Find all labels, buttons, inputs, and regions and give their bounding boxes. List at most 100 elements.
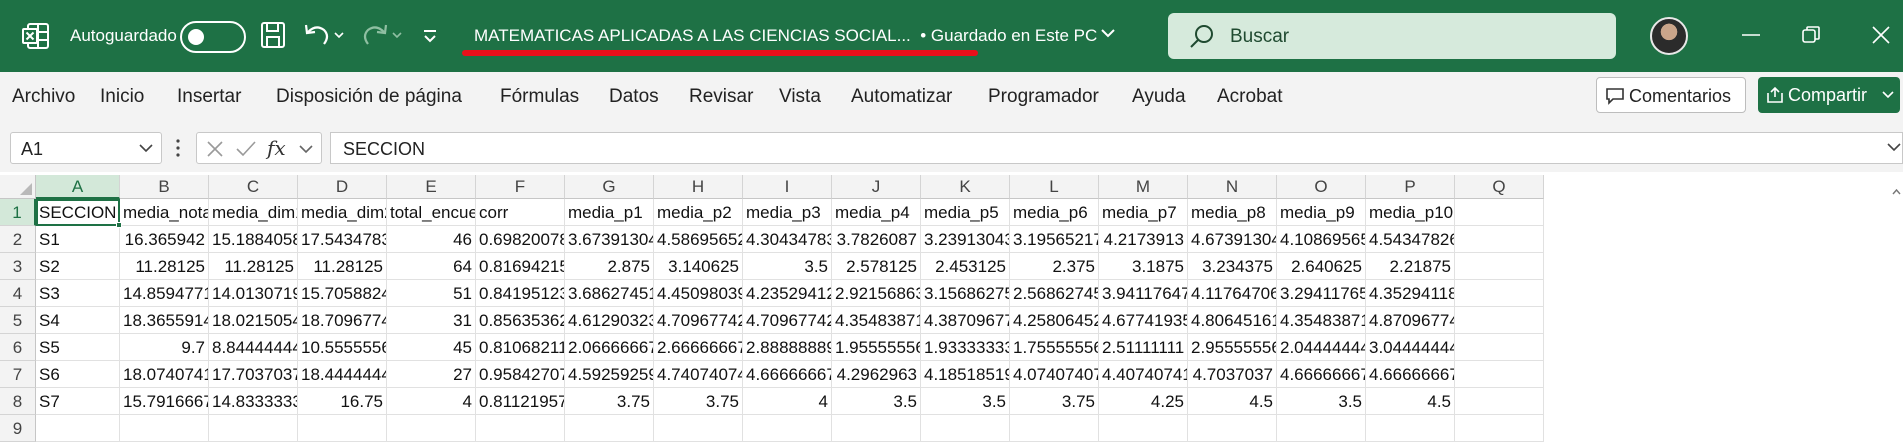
avatar[interactable] (1650, 17, 1688, 55)
cell-P3[interactable]: 2.21875 (1366, 253, 1455, 280)
cell-F8[interactable]: 0.81121957 (476, 388, 565, 415)
cell-H9[interactable] (654, 415, 743, 442)
cell-B9[interactable] (120, 415, 209, 442)
cell-C1[interactable]: media_dim1 (209, 199, 298, 226)
cell-H4[interactable]: 4.45098039 (654, 280, 743, 307)
column-header-b[interactable]: B (120, 175, 209, 199)
tab-ayuda[interactable]: Ayuda (1132, 86, 1186, 108)
cell-A6[interactable]: S5 (36, 334, 120, 361)
cell-M9[interactable] (1099, 415, 1188, 442)
cell-D7[interactable]: 18.4444444 (298, 361, 387, 388)
column-header-i[interactable]: I (743, 175, 832, 199)
cell-G5[interactable]: 4.61290323 (565, 307, 654, 334)
cell-D4[interactable]: 15.7058824 (298, 280, 387, 307)
cell-C8[interactable]: 14.8333333 (209, 388, 298, 415)
cell-I8[interactable]: 4 (743, 388, 832, 415)
cell-Q6[interactable] (1455, 334, 1544, 361)
cell-F6[interactable]: 0.81068211 (476, 334, 565, 361)
search-box[interactable]: Buscar (1168, 13, 1616, 59)
cell-K9[interactable] (921, 415, 1010, 442)
chevron-down-icon[interactable] (299, 145, 313, 155)
redo-icon[interactable] (360, 20, 402, 50)
cell-H8[interactable]: 3.75 (654, 388, 743, 415)
row-header-1[interactable]: 1 (0, 199, 36, 226)
cell-H7[interactable]: 4.74074074 (654, 361, 743, 388)
tab-revisar[interactable]: Revisar (689, 86, 753, 108)
cell-N1[interactable]: media_p8 (1188, 199, 1277, 226)
cell-M2[interactable]: 4.2173913 (1099, 226, 1188, 253)
cell-C9[interactable] (209, 415, 298, 442)
cell-Q1[interactable] (1455, 199, 1544, 226)
save-icon[interactable] (260, 20, 286, 50)
cell-Q8[interactable] (1455, 388, 1544, 415)
column-header-n[interactable]: N (1188, 175, 1277, 199)
cell-N2[interactable]: 4.67391304 (1188, 226, 1277, 253)
cell-J4[interactable]: 2.92156863 (832, 280, 921, 307)
cell-O2[interactable]: 4.10869565 (1277, 226, 1366, 253)
customize-toolbar-icon[interactable] (422, 20, 438, 50)
cell-J6[interactable]: 1.95555556 (832, 334, 921, 361)
row-header-9[interactable]: 9 (0, 415, 36, 442)
cell-L6[interactable]: 1.75555556 (1010, 334, 1099, 361)
cell-N7[interactable]: 4.7037037 (1188, 361, 1277, 388)
cell-C6[interactable]: 8.84444444 (209, 334, 298, 361)
cell-H5[interactable]: 4.70967742 (654, 307, 743, 334)
cell-K7[interactable]: 4.18518519 (921, 361, 1010, 388)
cell-G9[interactable] (565, 415, 654, 442)
cell-L2[interactable]: 3.19565217 (1010, 226, 1099, 253)
minimize-icon[interactable] (1740, 24, 1762, 46)
undo-icon[interactable] (302, 20, 344, 50)
cell-O6[interactable]: 2.04444444 (1277, 334, 1366, 361)
tab-archivo[interactable]: Archivo (12, 86, 75, 108)
cell-H1[interactable]: media_p2 (654, 199, 743, 226)
cell-B1[interactable]: media_nota (120, 199, 209, 226)
cell-L7[interactable]: 4.07407407 (1010, 361, 1099, 388)
cell-E8[interactable]: 4 (387, 388, 476, 415)
cell-E7[interactable]: 27 (387, 361, 476, 388)
formula-input[interactable]: SECCION (330, 132, 1903, 164)
cell-P8[interactable]: 4.5 (1366, 388, 1455, 415)
tab-programador[interactable]: Programador (988, 86, 1099, 108)
cell-J2[interactable]: 3.7826087 (832, 226, 921, 253)
cell-A7[interactable]: S6 (36, 361, 120, 388)
cell-I9[interactable] (743, 415, 832, 442)
restore-icon[interactable] (1800, 24, 1822, 46)
row-header-6[interactable]: 6 (0, 334, 36, 361)
cell-G2[interactable]: 3.67391304 (565, 226, 654, 253)
tab-vista[interactable]: Vista (779, 86, 821, 108)
cell-F5[interactable]: 0.85635362 (476, 307, 565, 334)
cell-O7[interactable]: 4.66666667 (1277, 361, 1366, 388)
cell-Q7[interactable] (1455, 361, 1544, 388)
cell-O8[interactable]: 3.5 (1277, 388, 1366, 415)
cell-P4[interactable]: 4.35294118 (1366, 280, 1455, 307)
comments-button[interactable]: Comentarios (1596, 77, 1746, 113)
cell-I3[interactable]: 3.5 (743, 253, 832, 280)
cell-J1[interactable]: media_p4 (832, 199, 921, 226)
cell-I6[interactable]: 2.88888889 (743, 334, 832, 361)
cell-F9[interactable] (476, 415, 565, 442)
cell-N6[interactable]: 2.95555556 (1188, 334, 1277, 361)
cell-M5[interactable]: 4.67741935 (1099, 307, 1188, 334)
column-header-a[interactable]: A (36, 175, 120, 199)
cell-E2[interactable]: 46 (387, 226, 476, 253)
cell-C3[interactable]: 11.28125 (209, 253, 298, 280)
cell-D1[interactable]: media_dim2 (298, 199, 387, 226)
cell-I4[interactable]: 4.23529412 (743, 280, 832, 307)
cell-J3[interactable]: 2.578125 (832, 253, 921, 280)
cell-L5[interactable]: 4.25806452 (1010, 307, 1099, 334)
cell-G6[interactable]: 2.06666667 (565, 334, 654, 361)
column-header-o[interactable]: O (1277, 175, 1366, 199)
row-header-5[interactable]: 5 (0, 307, 36, 334)
expand-formula-bar-icon[interactable] (1887, 143, 1901, 153)
column-header-g[interactable]: G (565, 175, 654, 199)
chevron-down-icon[interactable] (139, 144, 153, 154)
column-header-m[interactable]: M (1099, 175, 1188, 199)
cell-Q2[interactable] (1455, 226, 1544, 253)
tab-automatizar[interactable]: Automatizar (851, 86, 952, 108)
cell-I2[interactable]: 4.30434783 (743, 226, 832, 253)
cell-E5[interactable]: 31 (387, 307, 476, 334)
cell-P7[interactable]: 4.66666667 (1366, 361, 1455, 388)
cell-A8[interactable]: S7 (36, 388, 120, 415)
cell-C5[interactable]: 18.0215054 (209, 307, 298, 334)
fill-handle[interactable] (116, 222, 122, 228)
